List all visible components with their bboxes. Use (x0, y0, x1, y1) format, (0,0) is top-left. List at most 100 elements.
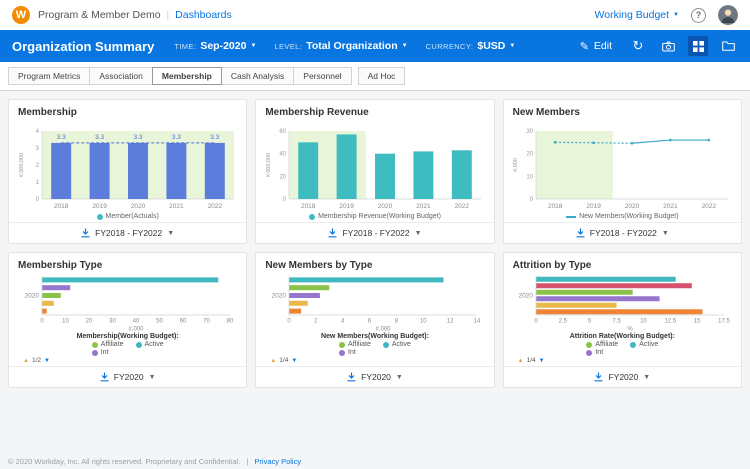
svg-text:8: 8 (395, 319, 399, 325)
chart-legend: Attrition Rate(Working Budget): Affiliate… (504, 333, 741, 366)
svg-text:2020: 2020 (519, 293, 534, 300)
filter-value: Total Organization (306, 40, 398, 52)
tab-personnel[interactable]: Personnel (293, 67, 352, 85)
svg-text:14: 14 (474, 319, 481, 325)
chevron-down-icon: ▼ (401, 43, 408, 49)
download-icon (100, 372, 109, 382)
svg-text:3.3: 3.3 (210, 134, 219, 141)
svg-text:2018: 2018 (548, 203, 563, 210)
svg-text:2022: 2022 (207, 203, 222, 210)
svg-text:60: 60 (279, 129, 286, 135)
panel-range-label: FY2020 (608, 372, 639, 382)
workday-logo[interactable]: W (12, 6, 30, 24)
svg-text:2022: 2022 (702, 203, 717, 210)
pencil-icon: ✎ (579, 40, 589, 53)
svg-text:20: 20 (279, 174, 286, 180)
legend-label: Active (144, 341, 164, 348)
level-filter[interactable]: LEVEL: Total Organization ▼ (274, 40, 407, 52)
legend-page-up-icon[interactable]: ▲ (23, 358, 29, 364)
legend-label: Membership Revenue(Working Budget) (318, 213, 441, 220)
svg-text:70: 70 (203, 319, 210, 325)
svg-text:30: 30 (527, 129, 534, 135)
topbar-divider: | (166, 9, 170, 21)
panel-range-selector[interactable]: FY2018 - FY2022 ▼ (503, 222, 741, 243)
svg-text:2020: 2020 (24, 293, 39, 300)
panel-range-label: FY2018 - FY2022 (342, 228, 410, 238)
svg-text:20: 20 (527, 152, 534, 158)
tab-cash-analysis[interactable]: Cash Analysis (220, 67, 295, 85)
svg-text:0: 0 (287, 319, 291, 325)
panel-grid: Membership 0 1 2 3 4 #,000,000 2018 2019 2020 202… (0, 91, 750, 396)
chevron-down-icon: ▼ (148, 373, 156, 381)
panel-range-selector[interactable]: FY2020 ▼ (9, 366, 247, 387)
legend-label: Int (595, 349, 604, 356)
tab-ad-hoc[interactable]: Ad Hoc (357, 67, 406, 85)
svg-text:10: 10 (527, 174, 534, 180)
avatar[interactable] (718, 5, 738, 25)
svg-text:#,000: #,000 (375, 327, 391, 333)
legend-page-up-icon[interactable]: ▲ (518, 358, 524, 364)
panel-range-selector[interactable]: FY2018 - FY2022 ▼ (9, 222, 247, 243)
svg-text:10: 10 (640, 319, 647, 325)
svg-text:2021: 2021 (416, 203, 431, 210)
legend-page-up-icon[interactable]: ▲ (270, 358, 276, 364)
svg-text:2020: 2020 (378, 203, 393, 210)
svg-text:1: 1 (35, 180, 39, 186)
panel-range-selector[interactable]: FY2020 ▼ (503, 366, 741, 387)
camera-button[interactable] (658, 36, 678, 56)
folder-button[interactable] (718, 36, 738, 56)
svg-text:2.5: 2.5 (559, 319, 568, 325)
chart-canvas: 0 2 4 6 8 10 12 14 #,000 2020 (256, 273, 493, 333)
privacy-policy-link[interactable]: Privacy Policy (254, 457, 301, 466)
legend-item-int: Int (339, 349, 371, 356)
svg-text:2020: 2020 (130, 203, 145, 210)
legend-page-down-icon[interactable]: ▼ (44, 358, 50, 364)
edit-button[interactable]: ✎ Edit (580, 40, 612, 53)
budget-selector[interactable]: Working Budget ▼ (595, 9, 679, 21)
folder-icon (721, 41, 735, 51)
filter-value: $USD (477, 40, 506, 52)
chart-canvas: 0 20 40 60 #,000,000 2018 2019 2020 2021 2022 (256, 120, 493, 212)
header-actions: ✎ Edit ↻ (580, 36, 738, 56)
currency-filter[interactable]: CURRENCY: $USD ▼ (426, 40, 516, 52)
chart-panel-2: Membership Revenue 0 20 40 60 #,000,000 2018 2… (255, 99, 495, 244)
tab-membership[interactable]: Membership (151, 67, 222, 85)
svg-text:4: 4 (35, 129, 39, 135)
legend-item-active: Active (135, 341, 164, 348)
tab-program-metrics[interactable]: Program Metrics (8, 67, 91, 85)
panel-title: New Members by Type (265, 260, 373, 271)
chart-legend: Membership Revenue(Working Budget) (256, 212, 493, 222)
legend-page-down-icon[interactable]: ▼ (291, 358, 297, 364)
chart-panel-6: Attrition by Type 0 2.5 5 7.5 10 12.5 15 17.5% 2… (502, 252, 742, 388)
svg-text:2019: 2019 (92, 203, 107, 210)
legend-dot-marker (91, 341, 98, 348)
download-icon (347, 372, 356, 382)
download-icon (328, 228, 337, 238)
tab-association[interactable]: Association (89, 67, 153, 85)
legend-page-down-icon[interactable]: ▼ (539, 358, 545, 364)
svg-text:5: 5 (588, 319, 592, 325)
help-icon[interactable]: ? (691, 7, 706, 23)
download-icon (81, 228, 90, 238)
dashboards-link[interactable]: Dashboards (175, 9, 232, 21)
svg-text:2021: 2021 (663, 203, 678, 210)
filter-label: CURRENCY: (425, 41, 474, 51)
svg-text:3: 3 (35, 146, 39, 152)
time-filter[interactable]: TIME: Sep-2020 ▼ (174, 40, 256, 52)
grid-view-button[interactable] (688, 36, 708, 56)
legend-item-new-members-working-budget-: New Members(Working Budget) (566, 213, 679, 220)
filter-value: Sep-2020 (200, 40, 247, 52)
topbar: W Program & Member Demo | Dashboards Wor… (0, 0, 750, 30)
legend-title: Attrition Rate(Working Budget): (569, 333, 675, 340)
legend-pager: ▲ 1/4 ▼ (270, 357, 479, 364)
legend-label: Affiliate (348, 341, 371, 348)
svg-text:%: % (628, 327, 634, 333)
panel-range-selector[interactable]: FY2020 ▼ (256, 366, 494, 387)
panel-range-selector[interactable]: FY2018 - FY2022 ▼ (256, 222, 494, 243)
refresh-button[interactable]: ↻ (628, 36, 648, 56)
legend-dot-marker (309, 213, 316, 220)
chart-panel-1: Membership 0 1 2 3 4 #,000,000 2018 2019 2020 202… (8, 99, 248, 244)
legend-item-active: Active (630, 341, 658, 348)
chevron-down-icon: ▼ (643, 373, 651, 381)
svg-text:10: 10 (62, 319, 69, 325)
